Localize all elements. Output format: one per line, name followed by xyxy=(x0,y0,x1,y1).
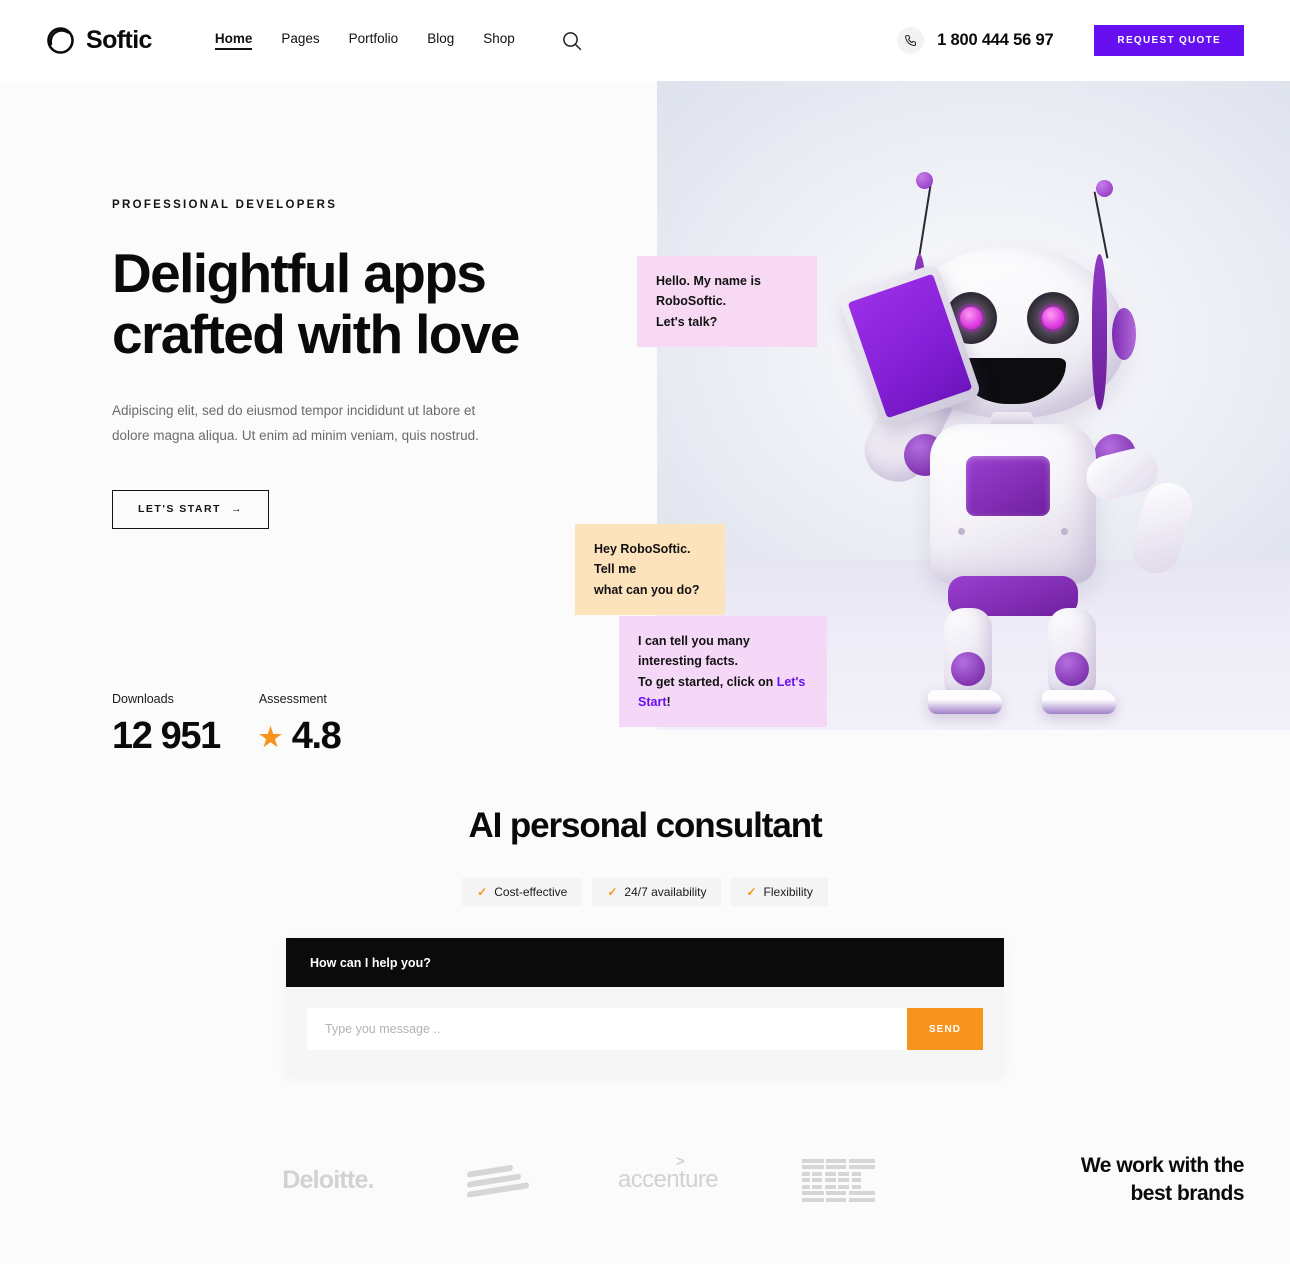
nav-item-shop[interactable]: Shop xyxy=(483,31,515,50)
robot-chest-dot-left xyxy=(958,528,965,535)
nav-item-home[interactable]: Home xyxy=(214,31,252,50)
pill-flexibility: ✓ Flexibility xyxy=(731,878,828,906)
main-nav: Home Pages Portfolio Blog Shop xyxy=(214,31,515,50)
pill-cost-effective: ✓ Cost-effective xyxy=(462,878,583,906)
chat-bubble-greeting: Hello. My name is RoboSoftic. Let's talk… xyxy=(637,256,817,347)
bubble-3-line-1: I can tell you many interesting facts. xyxy=(638,634,750,669)
stat-downloads-value: 12 951 xyxy=(112,715,221,757)
brand-logos: Deloitte. > accenture xyxy=(243,1150,923,1210)
robot-knee-right xyxy=(1055,652,1089,686)
robot-illustration xyxy=(838,166,1198,714)
bubble-2-line-1: Hey RoboSoftic. Tell me xyxy=(594,542,691,577)
robot-ear-right xyxy=(1112,308,1136,360)
accenture-logo-text: > accenture xyxy=(618,1153,719,1194)
lets-start-button-label: LET'S START xyxy=(138,503,221,516)
ai-feature-pills: ✓ Cost-effective ✓ 24/7 availability ✓ F… xyxy=(0,878,1290,906)
robot-torso xyxy=(930,424,1096,584)
bubble-1-line-1: Hello. My name is RoboSoftic. xyxy=(656,274,761,309)
arrow-right-icon: → xyxy=(230,503,243,516)
nav-item-portfolio[interactable]: Portfolio xyxy=(349,31,399,50)
brand-bank-of-america xyxy=(413,1150,583,1210)
ai-section-title: AI personal consultant xyxy=(468,806,822,845)
chat-widget: How can I help you? SEND xyxy=(286,938,1004,1076)
hero-title-line-1: Delightful apps xyxy=(112,242,487,304)
stat-assessment-label: Assessment xyxy=(258,692,327,706)
ibm-logo-icon xyxy=(801,1158,875,1202)
brand-accenture: > accenture xyxy=(583,1150,753,1210)
pill-availability-label: 24/7 availability xyxy=(624,885,707,899)
brands-title: We work with the best brands xyxy=(1080,1152,1245,1209)
hero-text-block: PROFESSIONAL DEVELOPERS Delightful apps … xyxy=(112,199,612,529)
chat-message-input[interactable] xyxy=(307,1008,907,1050)
bubble-3-line-2: To get started, click on Let's Start! xyxy=(638,672,808,713)
accenture-wordmark: accenture xyxy=(618,1166,719,1193)
pill-flexibility-label: Flexibility xyxy=(763,885,813,899)
search-icon[interactable] xyxy=(559,28,585,54)
robot-antenna-ball-left xyxy=(916,172,933,189)
robot-chest-dot-right xyxy=(1061,528,1068,535)
bubble-3-post: ! xyxy=(666,694,671,709)
request-quote-button[interactable]: REQUEST QUOTE xyxy=(1094,25,1244,56)
hero-section: Hello. My name is RoboSoftic. Let's talk… xyxy=(0,81,1290,757)
stat-assessment-value-wrap: ★ 4.8 xyxy=(258,715,342,758)
chat-bubble-question: Hey RoboSoftic. Tell me what can you do? xyxy=(575,524,725,615)
robot-foot-right xyxy=(1042,690,1116,714)
logo[interactable]: Softic xyxy=(46,26,152,55)
accenture-arrow-icon: > xyxy=(675,1153,685,1170)
pill-availability: ✓ 24/7 availability xyxy=(592,878,722,906)
robot-chest-panel xyxy=(966,456,1050,516)
stat-downloads: Downloads 12 951 xyxy=(112,692,221,758)
hero-stats: Downloads 12 951 Assessment ★ 4.8 xyxy=(112,692,342,758)
nav-item-blog[interactable]: Blog xyxy=(427,31,454,50)
brands-section: Deloitte. > accenture We work with the b… xyxy=(0,1140,1290,1220)
pill-cost-effective-label: Cost-effective xyxy=(494,885,568,899)
chat-widget-body: SEND xyxy=(286,987,1004,1076)
bubble-2-line-2: what can you do? xyxy=(594,582,700,597)
stat-assessment: Assessment ★ 4.8 xyxy=(258,692,342,758)
site-header: Softic Home Pages Portfolio Blog Shop 1 … xyxy=(0,0,1290,81)
check-icon: ✓ xyxy=(477,885,488,899)
phone-link[interactable]: 1 800 444 56 97 xyxy=(897,27,1054,54)
ai-consultant-section: AI personal consultant ✓ Cost-effective … xyxy=(0,806,1290,1076)
phone-number: 1 800 444 56 97 xyxy=(937,31,1054,49)
check-icon: ✓ xyxy=(607,885,618,899)
hero-eyebrow: PROFESSIONAL DEVELOPERS xyxy=(112,199,338,211)
lets-start-button[interactable]: LET'S START → xyxy=(112,489,269,529)
stat-downloads-label: Downloads xyxy=(112,692,174,706)
robot-foot-left xyxy=(928,690,1002,714)
chat-widget-header: How can I help you? xyxy=(286,938,1004,987)
deloitte-logo-text: Deloitte. xyxy=(282,1165,374,1194)
brands-title-line-1: We work with the xyxy=(1080,1153,1245,1177)
bank-of-america-logo-icon xyxy=(467,1162,529,1198)
bubble-3-pre: To get started, click on xyxy=(638,674,777,689)
check-icon: ✓ xyxy=(746,885,757,899)
chat-bubble-answer: I can tell you many interesting facts. T… xyxy=(619,616,827,727)
logo-text: Softic xyxy=(86,26,152,54)
header-right: 1 800 444 56 97 REQUEST QUOTE xyxy=(897,25,1244,56)
robot-head-stripe-right xyxy=(1092,254,1107,410)
robot-eye-right xyxy=(1027,292,1079,344)
nav-item-pages[interactable]: Pages xyxy=(281,31,319,50)
softic-ring-icon xyxy=(46,26,75,55)
hero-title: Delightful apps crafted with love xyxy=(112,243,612,364)
robot-antenna-right xyxy=(1093,191,1109,259)
send-button[interactable]: SEND xyxy=(907,1008,983,1050)
hero-title-line-2: crafted with love xyxy=(112,302,520,365)
robot-antenna-ball-right xyxy=(1096,180,1113,197)
brand-deloitte: Deloitte. xyxy=(243,1150,413,1210)
page-root: Softic Home Pages Portfolio Blog Shop 1 … xyxy=(0,0,1290,1264)
phone-icon xyxy=(897,27,925,54)
brand-ibm xyxy=(753,1150,923,1210)
star-icon: ★ xyxy=(258,721,282,752)
hero-paragraph: Adipiscing elit, sed do eiusmod tempor i… xyxy=(112,403,479,443)
brands-title-line-2: best brands xyxy=(1130,1182,1244,1205)
robot-knee-left xyxy=(951,652,985,686)
bubble-1-line-2: Let's talk? xyxy=(656,314,718,329)
robot-antenna-left xyxy=(918,184,932,256)
chat-widget-title: How can I help you? xyxy=(310,955,431,970)
stat-assessment-value: 4.8 xyxy=(291,715,342,757)
